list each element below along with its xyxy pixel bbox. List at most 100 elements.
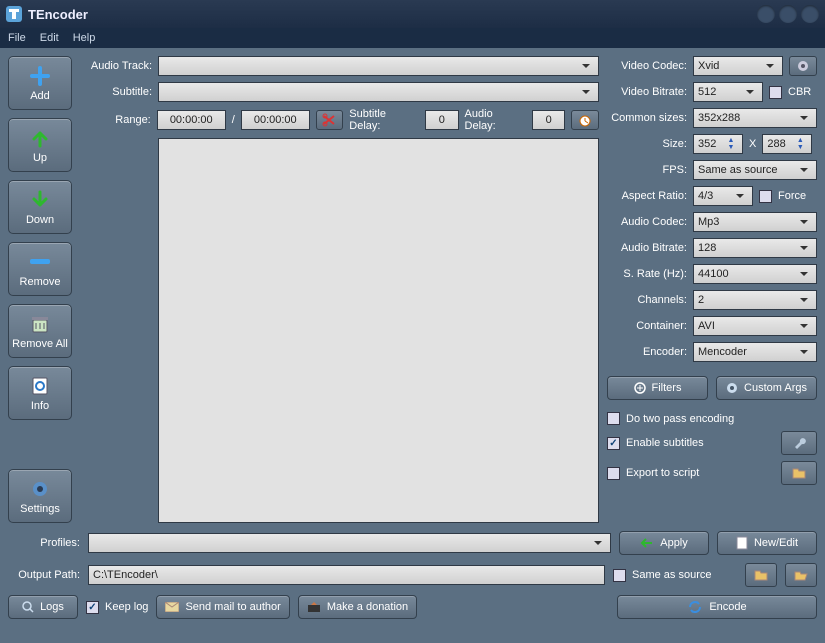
remove-button[interactable]: Remove xyxy=(8,242,72,296)
subtitle-delay-label: Subtitle Delay: xyxy=(349,108,419,132)
filter-icon xyxy=(634,382,646,394)
output-browse-button[interactable] xyxy=(745,563,777,587)
remove-all-button[interactable]: Remove All xyxy=(8,304,72,358)
clock-button[interactable] xyxy=(571,110,599,130)
channels-select[interactable]: 2 xyxy=(693,290,817,310)
chevron-down-icon xyxy=(798,112,812,124)
scissors-button[interactable] xyxy=(316,110,344,130)
filters-button[interactable]: Filters xyxy=(607,376,708,400)
profiles-select[interactable] xyxy=(88,533,611,553)
document-icon xyxy=(736,536,748,550)
two-pass-checkbox[interactable]: Do two pass encoding xyxy=(607,412,817,425)
audio-delay-input[interactable]: 0 xyxy=(532,110,566,130)
info-button[interactable]: Info xyxy=(8,366,72,420)
folder-icon xyxy=(754,569,768,581)
subtitle-options-button[interactable] xyxy=(781,431,817,455)
remove-label: Remove xyxy=(20,276,61,288)
output-open-button[interactable] xyxy=(785,563,817,587)
up-label: Up xyxy=(33,152,47,164)
down-label: Down xyxy=(26,214,54,226)
abitrate-select[interactable]: 128 xyxy=(693,238,817,258)
enable-subtitles-checkbox[interactable]: ✓Enable subtitles xyxy=(607,437,775,450)
subtitle-label: Subtitle: xyxy=(80,86,152,98)
audio-delay-label: Audio Delay: xyxy=(465,108,526,132)
height-stepper[interactable]: 288▲▼ xyxy=(762,134,812,154)
close-button[interactable] xyxy=(801,5,819,23)
output-path-input[interactable]: C:\TEncoder\ xyxy=(88,565,605,585)
info-label: Info xyxy=(31,400,49,412)
container-select[interactable]: AVI xyxy=(693,316,817,336)
arrow-up-icon xyxy=(28,126,52,150)
ar-select[interactable]: 4/3 xyxy=(693,186,753,206)
fps-select[interactable]: Same as source xyxy=(693,160,817,180)
chevron-down-icon xyxy=(798,294,812,306)
range-to-input[interactable]: 00:00:00 xyxy=(241,110,310,130)
minus-icon xyxy=(28,250,52,274)
encoder-select[interactable]: Mencoder xyxy=(693,342,817,362)
size-x: X xyxy=(749,138,756,150)
srate-select[interactable]: 44100 xyxy=(693,264,817,284)
chevron-down-icon xyxy=(580,60,594,72)
chevron-down-icon xyxy=(798,242,812,254)
arrow-left-icon xyxy=(640,538,654,548)
logs-button[interactable]: Logs xyxy=(8,595,78,619)
vcodec-select[interactable]: Xvid xyxy=(693,56,783,76)
down-button[interactable]: Down xyxy=(8,180,72,234)
settings-button[interactable]: Settings xyxy=(8,469,72,523)
donate-icon xyxy=(307,601,321,613)
range-label: Range: xyxy=(80,114,151,126)
export-script-checkbox[interactable]: Export to script xyxy=(607,467,775,480)
donate-button[interactable]: Make a donation xyxy=(298,595,417,619)
minimize-button[interactable] xyxy=(757,5,775,23)
export-browse-button[interactable] xyxy=(781,461,817,485)
audio-track-label: Audio Track: xyxy=(80,60,152,72)
acodec-label: Audio Codec: xyxy=(607,216,687,228)
audio-track-select[interactable] xyxy=(158,56,599,76)
vcodec-options-button[interactable] xyxy=(789,56,817,76)
up-button[interactable]: Up xyxy=(8,118,72,172)
vbitrate-select[interactable]: 512 xyxy=(693,82,763,102)
subtitle-delay-input[interactable]: 0 xyxy=(425,110,459,130)
chevron-down-icon xyxy=(764,60,778,72)
common-sizes-select[interactable]: 352x288 xyxy=(693,108,817,128)
menu-file[interactable]: File xyxy=(8,32,26,44)
new-edit-button[interactable]: New/Edit xyxy=(717,531,817,555)
gear-icon xyxy=(28,477,52,501)
force-checkbox[interactable]: Force xyxy=(759,190,806,203)
sidebar: Add Up Down Remove Remove All Info Setti… xyxy=(8,56,72,523)
chevron-down-icon xyxy=(744,86,758,98)
search-icon xyxy=(22,601,34,613)
settings-panel: Video Codec: Xvid Video Bitrate: 512 CBR… xyxy=(607,56,817,523)
add-button[interactable]: Add xyxy=(8,56,72,110)
encode-button[interactable]: Encode xyxy=(617,595,817,619)
clock-icon xyxy=(578,113,592,127)
maximize-button[interactable] xyxy=(779,5,797,23)
range-from-input[interactable]: 00:00:00 xyxy=(157,110,226,130)
custom-args-button[interactable]: Custom Args xyxy=(716,376,817,400)
menu-edit[interactable]: Edit xyxy=(40,32,59,44)
range-sep: / xyxy=(232,114,235,126)
chevron-down-icon xyxy=(798,164,812,176)
file-list[interactable] xyxy=(158,138,599,523)
apply-button[interactable]: Apply xyxy=(619,531,709,555)
titlebar: TEncoder xyxy=(0,0,825,28)
keep-log-checkbox[interactable]: ✓Keep log xyxy=(86,601,148,614)
menu-help[interactable]: Help xyxy=(73,32,96,44)
trash-icon xyxy=(28,312,52,336)
cbr-checkbox[interactable]: CBR xyxy=(769,86,811,99)
subtitle-select[interactable] xyxy=(158,82,599,102)
folder-icon xyxy=(792,467,806,479)
output-label: Output Path: xyxy=(8,569,80,581)
folder-open-icon xyxy=(794,569,808,581)
gear-icon xyxy=(726,382,738,394)
same-source-checkbox[interactable]: Same as source xyxy=(613,569,737,582)
refresh-icon xyxy=(687,600,703,614)
fps-label: FPS: xyxy=(607,164,687,176)
chevron-down-icon xyxy=(580,86,594,98)
chevron-down-icon xyxy=(734,190,748,202)
send-mail-button[interactable]: Send mail to author xyxy=(156,595,289,619)
wrench-icon xyxy=(792,436,806,450)
vcodec-label: Video Codec: xyxy=(607,60,687,72)
width-stepper[interactable]: 352▲▼ xyxy=(693,134,743,154)
acodec-select[interactable]: Mp3 xyxy=(693,212,817,232)
